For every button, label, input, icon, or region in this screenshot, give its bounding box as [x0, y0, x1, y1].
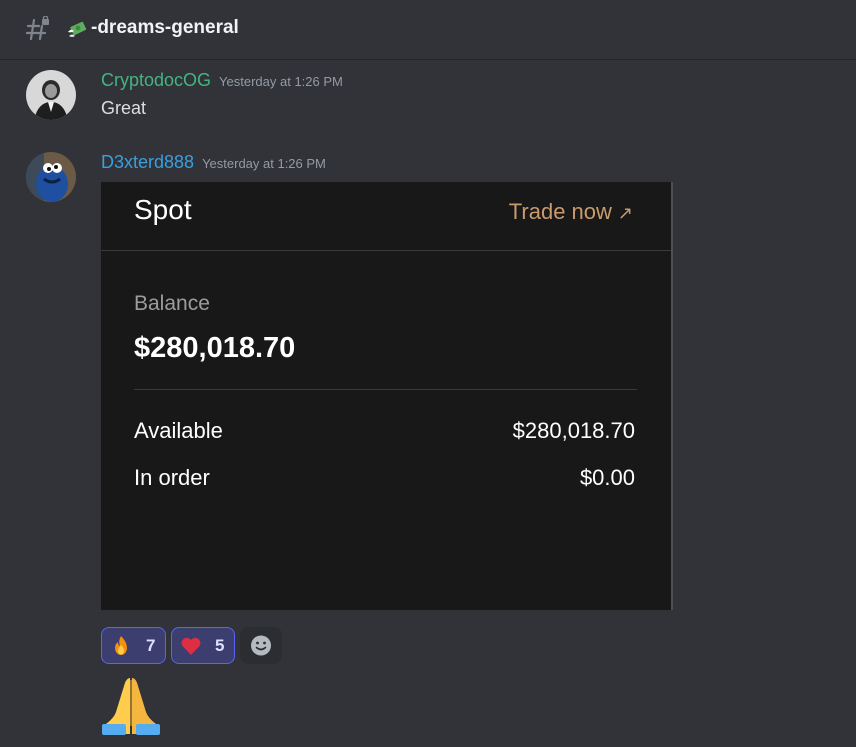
text-channel-locked-icon: [25, 16, 49, 41]
channel-name[interactable]: -dreams-general: [91, 17, 239, 39]
username[interactable]: D3xterd888: [101, 152, 194, 172]
balance-value: $280,018.70: [134, 332, 296, 364]
channel-header: -dreams-general: [0, 0, 856, 60]
timestamp: Yesterday at 1:26 PM: [219, 74, 343, 89]
message-text: Great: [101, 98, 147, 118]
folded-hands-emoji: [102, 678, 160, 735]
arrow-up-right-icon: ↗: [617, 203, 633, 223]
divider: [101, 250, 671, 251]
available-value: $280,018.70: [512, 418, 635, 443]
trade-now-link: Trade now ↗: [509, 199, 633, 225]
message-header: CryptodocOG Yesterday at 1:26 PM: [101, 70, 343, 91]
reaction-heart[interactable]: 5: [171, 627, 235, 664]
reaction-count: 7: [146, 636, 156, 655]
in-order-value: $0.00: [579, 465, 635, 490]
card-title: Spot: [134, 194, 192, 225]
avatar[interactable]: [26, 70, 76, 120]
spot-balance-card[interactable]: Spot Trade now ↗ Balance $280,018.70 Avai…: [101, 182, 673, 610]
avatar[interactable]: [26, 152, 76, 202]
reaction-count: 5: [215, 636, 225, 655]
in-order-label: In order: [134, 465, 210, 490]
available-label: Available: [134, 418, 223, 443]
fire-emoji: [115, 636, 127, 655]
reaction-fire[interactable]: 7: [101, 627, 166, 664]
divider: [134, 389, 637, 390]
trade-now-label: Trade now: [508, 199, 612, 224]
money-with-wings-emoji: [68, 21, 87, 37]
add-reaction-button[interactable]: [240, 627, 282, 664]
smiley-add-icon: [251, 635, 271, 656]
username[interactable]: CryptodocOG: [101, 70, 211, 90]
message-header: D3xterd888 Yesterday at 1:26 PM: [101, 152, 326, 173]
timestamp: Yesterday at 1:26 PM: [202, 156, 326, 171]
heart-emoji: [181, 637, 201, 655]
balance-label: Balance: [134, 292, 210, 315]
